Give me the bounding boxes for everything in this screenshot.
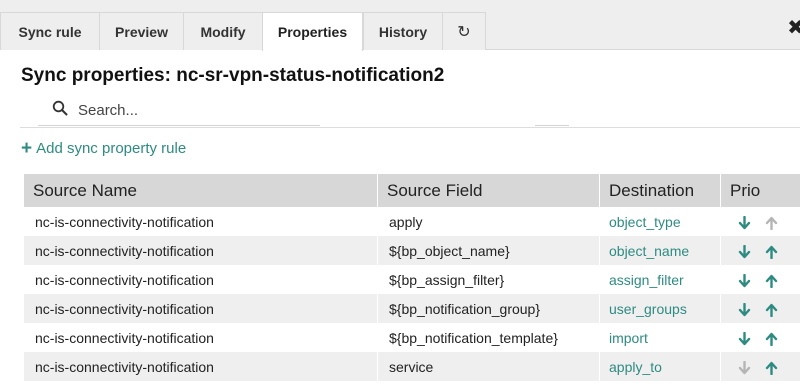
refresh-icon: ↻: [457, 23, 471, 41]
destination-link[interactable]: assign_filter: [600, 265, 721, 294]
tab-sync-rule[interactable]: Sync rule: [0, 12, 99, 50]
move-down-arrow-icon[interactable]: [738, 244, 751, 259]
destination-link[interactable]: object_type: [600, 207, 721, 236]
move-up-arrow-icon[interactable]: [765, 361, 778, 375]
source-field-cell: ${bp_object_name}: [378, 236, 600, 265]
tab-refresh[interactable]: ↻: [442, 12, 486, 50]
move-down-arrow-icon[interactable]: [738, 331, 751, 346]
prio-cell: [721, 265, 800, 294]
search-icon: [52, 100, 68, 116]
source-name-cell: nc-is-connectivity-notification: [24, 352, 378, 381]
move-down-arrow-icon[interactable]: [738, 215, 751, 230]
tab-label: Modify: [200, 23, 246, 40]
column-header-prio[interactable]: Prio: [721, 174, 800, 207]
page-title: Sync properties: nc-sr-vpn-status-notifi…: [21, 65, 445, 86]
tab-modify[interactable]: Modify: [183, 12, 262, 50]
sync-properties-table: Source Name Source Field Destination Pri…: [24, 174, 800, 381]
move-up-arrow-icon: [765, 216, 778, 230]
destination-link[interactable]: import: [600, 323, 721, 352]
search-box: [38, 92, 320, 126]
column-header-source-name[interactable]: Source Name: [24, 174, 378, 207]
table-row[interactable]: nc-is-connectivity-notification ${bp_obje…: [24, 236, 800, 265]
source-name-cell: nc-is-connectivity-notification: [24, 236, 378, 265]
table-row[interactable]: nc-is-connectivity-notification service ap…: [24, 352, 800, 381]
tab-history[interactable]: History: [363, 12, 442, 50]
table-row[interactable]: nc-is-connectivity-notification apply obje…: [24, 207, 800, 236]
tab-preview[interactable]: Preview: [99, 12, 183, 50]
tab-label: Sync rule: [18, 23, 82, 40]
tab-properties[interactable]: Properties: [262, 12, 363, 51]
move-up-arrow-icon[interactable]: [765, 303, 778, 317]
table-body: nc-is-connectivity-notification apply obje…: [24, 207, 800, 381]
prio-cell: [721, 294, 800, 323]
source-field-cell: ${bp_notification_template}: [378, 323, 600, 352]
add-sync-property-rule-link[interactable]: + Add sync property rule: [21, 139, 186, 158]
move-down-arrow-icon: [738, 360, 751, 375]
divider: [535, 125, 569, 126]
close-icon[interactable]: ✖: [787, 18, 800, 38]
plus-icon: +: [21, 138, 33, 159]
source-field-cell: apply: [378, 207, 600, 236]
tab-bar: Sync rule Preview Modify Properties Hist…: [0, 0, 800, 51]
source-name-cell: nc-is-connectivity-notification: [24, 207, 378, 236]
destination-link[interactable]: object_name: [600, 236, 721, 265]
source-field-cell: service: [378, 352, 600, 381]
move-down-arrow-icon[interactable]: [738, 302, 751, 317]
column-header-destination[interactable]: Destination: [600, 174, 721, 207]
table-row[interactable]: nc-is-connectivity-notification ${bp_noti…: [24, 323, 800, 352]
source-field-cell: ${bp_assign_filter}: [378, 265, 600, 294]
source-name-cell: nc-is-connectivity-notification: [24, 323, 378, 352]
destination-link[interactable]: apply_to: [600, 352, 721, 381]
prio-cell: [721, 323, 800, 352]
prio-cell: [721, 207, 800, 236]
tab-label: History: [378, 23, 428, 40]
add-rule-label: Add sync property rule: [36, 140, 187, 157]
tab-label: Preview: [115, 23, 168, 40]
tab-label: Properties: [277, 24, 348, 40]
move-up-arrow-icon[interactable]: [765, 245, 778, 259]
move-up-arrow-icon[interactable]: [765, 332, 778, 346]
table-row[interactable]: nc-is-connectivity-notification ${bp_noti…: [24, 294, 800, 323]
prio-cell: [721, 236, 800, 265]
divider: [20, 127, 800, 128]
prio-cell: [721, 352, 800, 381]
table-header-row: Source Name Source Field Destination Pri…: [24, 174, 800, 207]
destination-link[interactable]: user_groups: [600, 294, 721, 323]
source-field-cell: ${bp_notification_group}: [378, 294, 600, 323]
move-down-arrow-icon[interactable]: [738, 273, 751, 288]
source-name-cell: nc-is-connectivity-notification: [24, 265, 378, 294]
table-row[interactable]: nc-is-connectivity-notification ${bp_assi…: [24, 265, 800, 294]
column-header-source-field[interactable]: Source Field: [378, 174, 600, 207]
source-name-cell: nc-is-connectivity-notification: [24, 294, 378, 323]
search-input[interactable]: [76, 98, 320, 122]
move-up-arrow-icon[interactable]: [765, 274, 778, 288]
